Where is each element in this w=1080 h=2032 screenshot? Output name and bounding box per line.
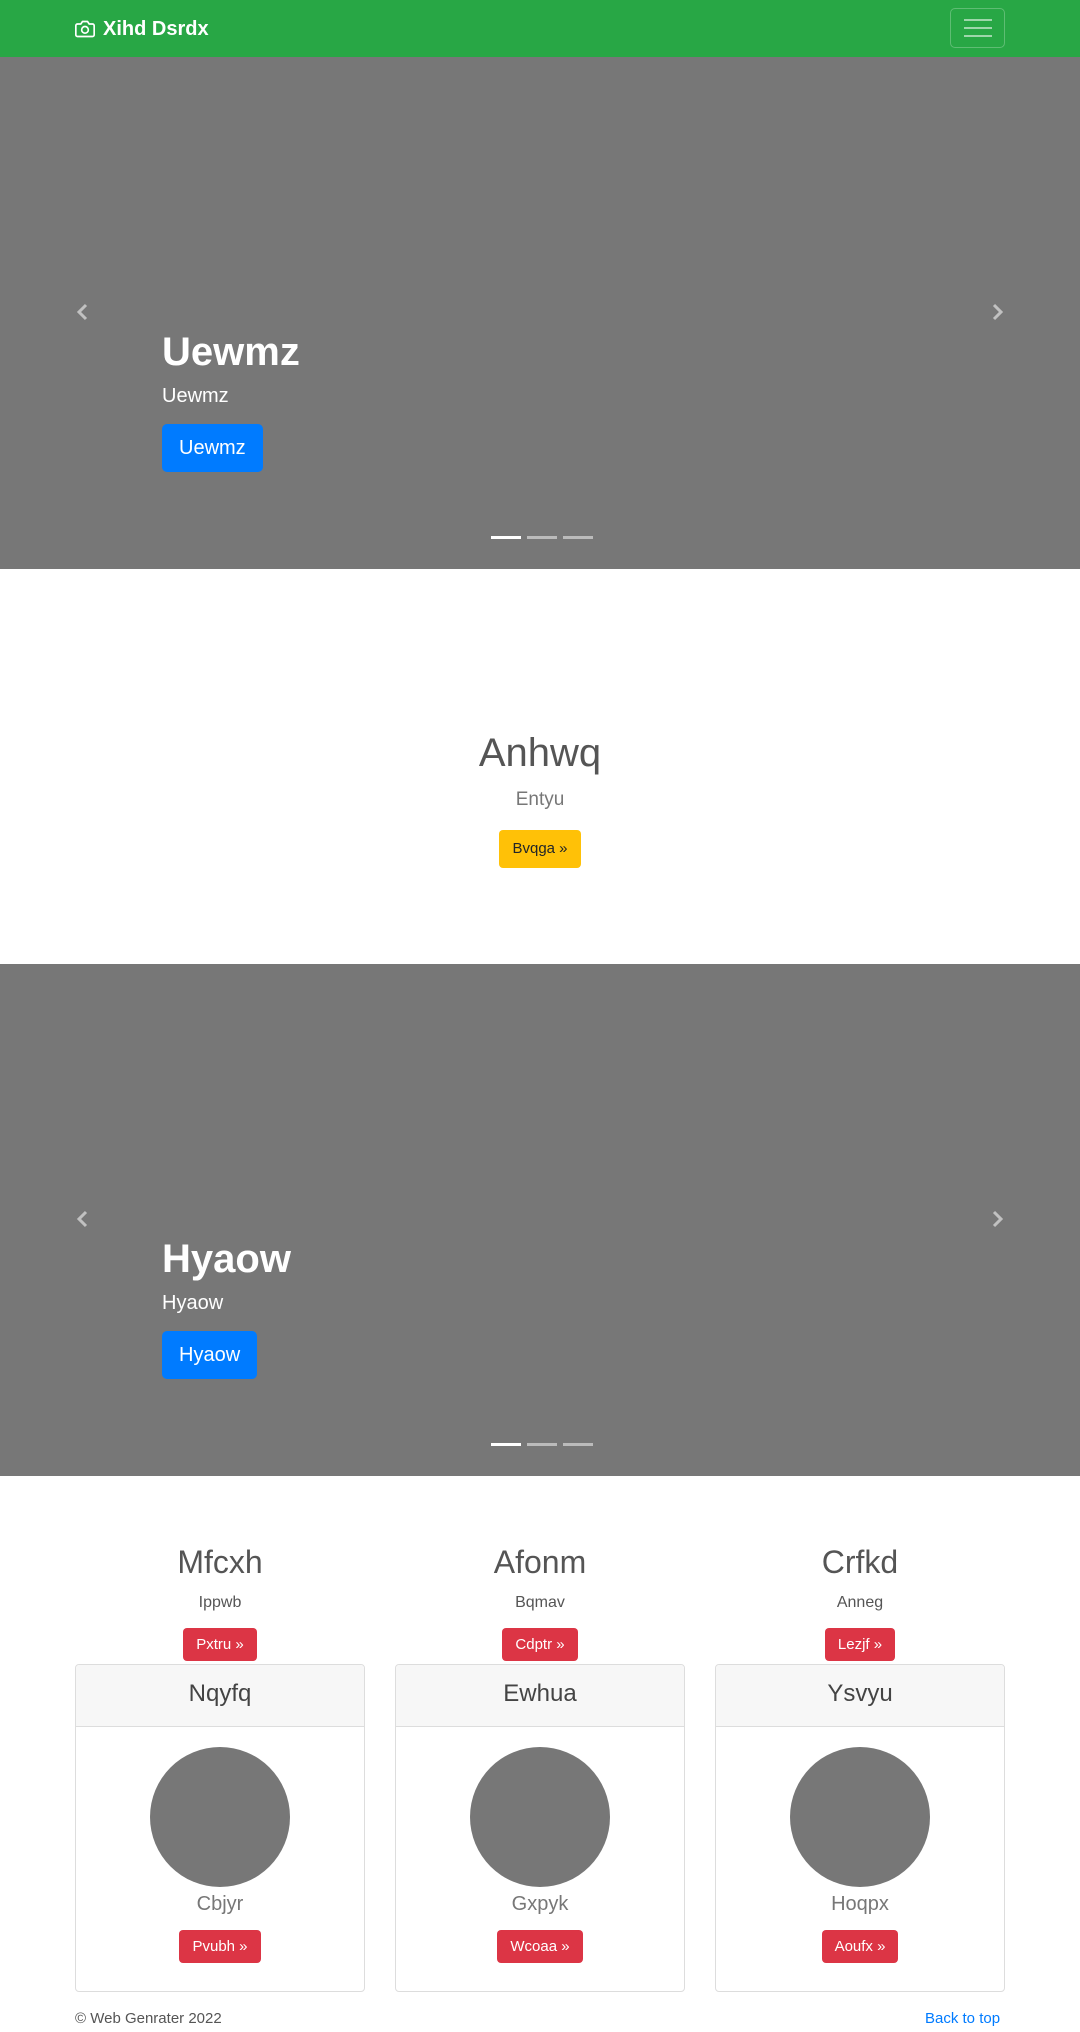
brand-text: Xihd Dsrdx bbox=[103, 17, 209, 40]
card: Nqyfq Cbjyr Pvubh » bbox=[75, 1664, 365, 1992]
column-button[interactable]: Lezjf » bbox=[824, 1628, 896, 1661]
column-title: Crfkd bbox=[821, 1544, 899, 1580]
back-to-top-link[interactable]: Back to top bbox=[925, 2010, 1000, 2027]
navbar-toggler-button[interactable] bbox=[950, 8, 1005, 48]
carousel-indicator[interactable] bbox=[527, 1443, 557, 1446]
card: Ewhua Gxpyk Wcoaa » bbox=[395, 1664, 685, 1992]
column-title: Mfcxh bbox=[177, 1544, 263, 1580]
feature-section: Anhwq Entyu Bvqga » bbox=[0, 569, 1080, 964]
brand-link[interactable]: Xihd Dsrdx bbox=[75, 14, 209, 44]
carousel-next-button[interactable] bbox=[988, 297, 1008, 327]
carousel-indicator[interactable] bbox=[563, 1443, 593, 1446]
feature-title: Anhwq bbox=[478, 731, 602, 775]
chevron-left-icon bbox=[76, 1210, 88, 1228]
card-button[interactable]: Pvubh » bbox=[179, 1930, 261, 1963]
chevron-left-icon bbox=[76, 303, 88, 321]
carousel-subtitle: Uewmz bbox=[162, 385, 229, 407]
feature-button[interactable]: Bvqga » bbox=[499, 830, 581, 868]
carousel-caption: Uewmz Uewmz Uewmz bbox=[162, 328, 300, 472]
carousel-title: Hyaow bbox=[162, 1237, 291, 1281]
carousel-title: Uewmz bbox=[162, 330, 300, 374]
card-text: Hoqpx bbox=[831, 1893, 889, 1915]
carousel-indicators bbox=[488, 536, 596, 539]
carousel-indicator[interactable] bbox=[491, 1443, 521, 1446]
chevron-right-icon bbox=[992, 1210, 1004, 1228]
footer-copyright: © Web Genrater 2022 bbox=[75, 2010, 222, 2027]
card-button[interactable]: Wcoaa » bbox=[497, 1930, 583, 1963]
carousel-indicator[interactable] bbox=[491, 536, 521, 539]
hamburger-icon bbox=[963, 16, 992, 40]
avatar-placeholder bbox=[470, 1747, 610, 1887]
column-text: Ippwb bbox=[198, 1594, 242, 1611]
carousel-cta-button[interactable]: Uewmz bbox=[162, 424, 263, 472]
carousel-indicator[interactable] bbox=[527, 536, 557, 539]
card-header: Nqyfq bbox=[76, 1665, 364, 1727]
carousel-prev-button[interactable] bbox=[72, 297, 92, 327]
card-text: Cbjyr bbox=[196, 1893, 244, 1915]
card-header: Ewhua bbox=[396, 1665, 684, 1727]
avatar-placeholder bbox=[790, 1747, 930, 1887]
card-button[interactable]: Aoufx » bbox=[821, 1930, 899, 1963]
card: Ysvyu Hoqpx Aoufx » bbox=[715, 1664, 1005, 1992]
carousel-indicators bbox=[488, 1443, 596, 1446]
chevron-right-icon bbox=[992, 303, 1004, 321]
hero-carousel: Uewmz Uewmz Uewmz bbox=[0, 57, 1080, 569]
avatar-placeholder bbox=[150, 1747, 290, 1887]
second-carousel: Hyaow Hyaow Hyaow bbox=[0, 964, 1080, 1476]
column-item: Mfcxh Ippwb Pxtru » bbox=[75, 1538, 365, 1661]
column-item: Afonm Bqmav Cdptr » bbox=[395, 1538, 685, 1661]
column-text: Bqmav bbox=[515, 1594, 565, 1611]
carousel-cta-button[interactable]: Hyaow bbox=[162, 1331, 258, 1379]
card-header: Ysvyu bbox=[716, 1665, 1004, 1727]
carousel-next-button[interactable] bbox=[988, 1204, 1008, 1234]
carousel-indicator[interactable] bbox=[563, 536, 593, 539]
feature-subtitle: Entyu bbox=[515, 789, 565, 810]
carousel-prev-button[interactable] bbox=[72, 1204, 92, 1234]
carousel-caption: Hyaow Hyaow Hyaow bbox=[162, 1235, 291, 1379]
column-item: Crfkd Anneg Lezjf » bbox=[715, 1538, 1005, 1661]
column-button[interactable]: Cdptr » bbox=[502, 1628, 578, 1661]
column-text: Anneg bbox=[836, 1594, 884, 1611]
camera-icon bbox=[75, 20, 95, 38]
carousel-subtitle: Hyaow bbox=[162, 1292, 224, 1314]
column-title: Afonm bbox=[493, 1544, 587, 1580]
card-text: Gxpyk bbox=[511, 1893, 569, 1915]
navbar: Xihd Dsrdx bbox=[0, 0, 1080, 57]
column-button[interactable]: Pxtru » bbox=[183, 1628, 257, 1661]
